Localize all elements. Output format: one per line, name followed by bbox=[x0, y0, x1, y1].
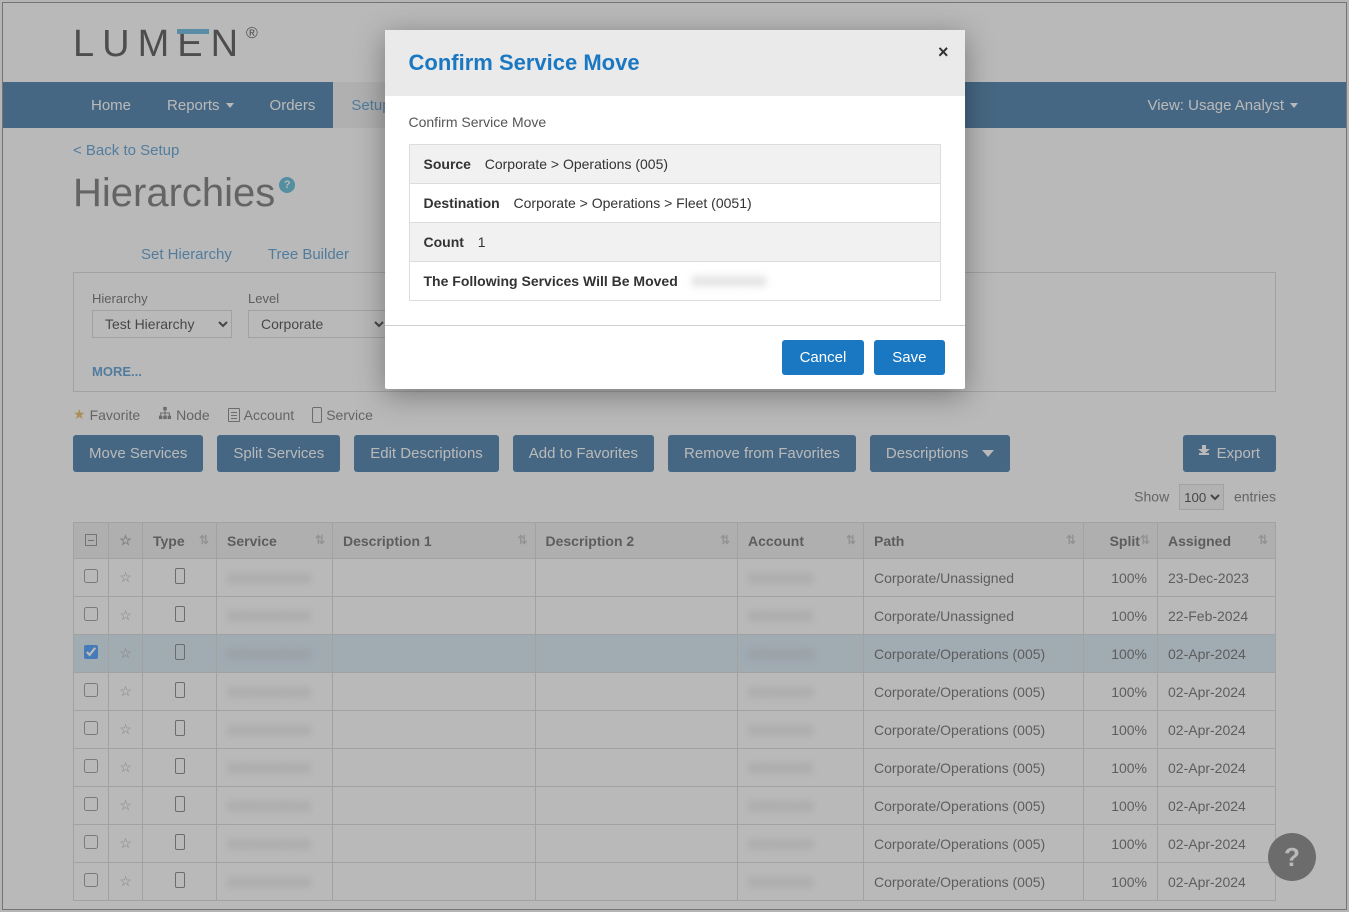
modal-info-table: Source Corporate > Operations (005) Dest… bbox=[409, 144, 941, 301]
modal-destination-label: Destination bbox=[424, 195, 506, 211]
modal-cancel-button[interactable]: Cancel bbox=[782, 340, 865, 375]
modal-count-label: Count bbox=[424, 234, 470, 250]
modal-close-button[interactable]: × bbox=[938, 42, 949, 63]
modal-subtitle: Confirm Service Move bbox=[409, 114, 941, 130]
modal-title: Confirm Service Move bbox=[409, 50, 941, 76]
modal-source-value: Corporate > Operations (005) bbox=[485, 156, 668, 172]
modal-moved-value: XXXXXXXX bbox=[692, 273, 767, 289]
modal-moved-label: The Following Services Will Be Moved bbox=[424, 273, 684, 289]
confirm-service-move-modal: Confirm Service Move × Confirm Service M… bbox=[385, 30, 965, 389]
modal-source-label: Source bbox=[424, 156, 477, 172]
modal-destination-value: Corporate > Operations > Fleet (0051) bbox=[514, 195, 752, 211]
modal-header: Confirm Service Move × bbox=[385, 30, 965, 96]
modal-footer: Cancel Save bbox=[385, 325, 965, 389]
modal-save-button[interactable]: Save bbox=[874, 340, 944, 375]
modal-count-value: 1 bbox=[478, 234, 486, 250]
